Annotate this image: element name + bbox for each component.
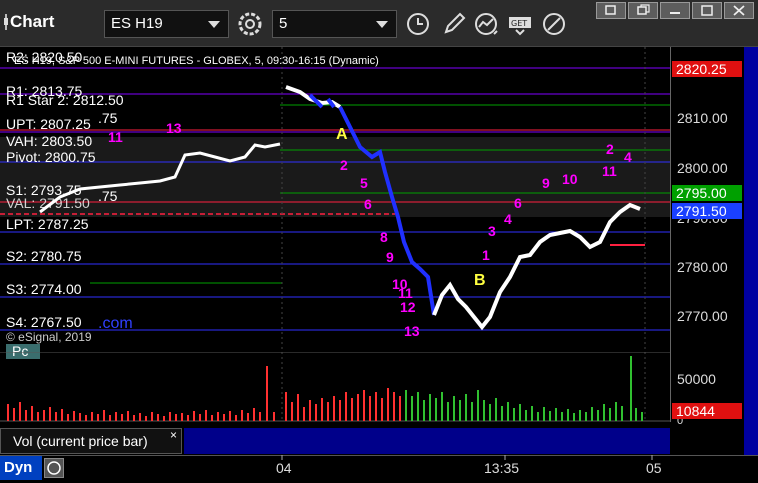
count-label: 13 xyxy=(166,120,182,136)
count-label: 1 xyxy=(482,247,490,263)
count-label: 2 xyxy=(606,141,614,157)
upt-label: UPT: 2807.25 xyxy=(6,116,91,132)
com-label: .com xyxy=(98,315,133,332)
chevron-down-icon[interactable] xyxy=(376,21,388,28)
time-tick: 05 xyxy=(646,460,662,476)
count-label: 9 xyxy=(542,175,550,191)
price-tick: 2780.00 xyxy=(677,259,728,275)
count-label: 12 xyxy=(400,299,416,315)
interval-selector[interactable]: 5 xyxy=(272,10,397,38)
close-button[interactable] xyxy=(724,2,754,19)
fx-glyph xyxy=(47,461,61,475)
val-label: VAL: 2791.50 xyxy=(6,195,90,211)
symbol-value: ES H19 xyxy=(111,15,163,32)
r2-price-tag: 2820.25 xyxy=(672,61,742,77)
volume-pane[interactable] xyxy=(0,352,670,422)
s4-label: S4: 2767.50 xyxy=(6,314,82,330)
count-label: 5 xyxy=(360,175,368,191)
count-label: 10 xyxy=(562,171,578,187)
last-price-tag: 2791.50 xyxy=(672,203,742,219)
count-label: 11 xyxy=(602,163,617,179)
count-label: 8 xyxy=(380,229,388,245)
minimize-icon xyxy=(670,12,680,14)
cancel-icon[interactable] xyxy=(540,10,568,38)
count-label: 11 xyxy=(108,129,123,145)
count-label: 9 xyxy=(386,249,394,265)
study-icon[interactable] xyxy=(472,10,500,38)
price-tick: 2800.00 xyxy=(677,160,728,176)
pivot-label: Pivot: 2800.75 xyxy=(6,149,96,165)
maximize-icon xyxy=(701,5,713,16)
count-label: 2 xyxy=(340,157,348,173)
price-tick: 2810.00 xyxy=(677,110,728,126)
s2-label: S2: 2780.75 xyxy=(6,248,82,264)
close-study-icon[interactable]: × xyxy=(170,428,177,442)
count-label: 6 xyxy=(364,196,372,212)
marker-a: A xyxy=(336,126,348,143)
time-tick: 04 xyxy=(276,460,292,476)
link-icon xyxy=(605,5,616,15)
settings-gear-icon[interactable] xyxy=(236,10,264,38)
minimize-button[interactable] xyxy=(660,2,690,19)
get-data-icon[interactable]: GET xyxy=(506,10,534,38)
upt-label-tail: .75 xyxy=(98,110,118,126)
symbol-selector[interactable]: ES H19 xyxy=(104,10,229,38)
study-strip xyxy=(184,428,670,454)
volume-tag: 10844 xyxy=(672,403,742,419)
link-window-button[interactable] xyxy=(596,2,626,19)
time-axis-ticks xyxy=(281,455,653,460)
close-icon xyxy=(733,5,745,16)
restore-button[interactable] xyxy=(628,2,658,19)
app-title: Chart xyxy=(10,12,55,31)
count-label: 4 xyxy=(624,149,632,165)
restore-icon xyxy=(637,4,650,15)
volume-study-label[interactable]: Vol (current price bar) xyxy=(0,428,182,454)
count-label: 6 xyxy=(514,195,522,211)
time-tick: 13:35 xyxy=(484,460,520,476)
price-tick: 2770.00 xyxy=(677,308,728,324)
right-scrollbar[interactable] xyxy=(744,47,758,455)
green-price-tag: 2795.00 xyxy=(672,185,742,201)
svg-text:GET: GET xyxy=(511,19,527,28)
esignal-watermark: © eSignal, 2019 xyxy=(6,330,92,344)
vah-label: VAH: 2803.50 xyxy=(6,133,93,149)
pencil-draw-icon[interactable] xyxy=(440,10,468,38)
s3-label: S3: 2774.00 xyxy=(6,281,82,297)
val-label-tail: .75 xyxy=(98,188,118,204)
count-label: 3 xyxy=(488,223,496,239)
count-label: 13 xyxy=(404,323,420,339)
chevron-down-icon[interactable] xyxy=(208,21,220,28)
chart-description: ES H19, S&P 500 E-MINI FUTURES - GLOBEX,… xyxy=(14,55,379,67)
maximize-button[interactable] xyxy=(692,2,722,19)
r1-star-label: R1 Star 2: 2812.50 xyxy=(6,92,124,108)
formula-icon[interactable] xyxy=(44,458,64,478)
lpt-label: LPT: 2787.25 xyxy=(6,216,89,232)
volume-tick: 50000 xyxy=(677,371,716,387)
interval-value: 5 xyxy=(279,15,288,32)
volume-bars xyxy=(7,356,643,421)
clock-icon[interactable] xyxy=(404,10,432,38)
count-label: 4 xyxy=(504,211,512,227)
marker-b: B xyxy=(474,272,486,289)
toolbar: Chart ES H19 5 GET xyxy=(0,0,758,47)
